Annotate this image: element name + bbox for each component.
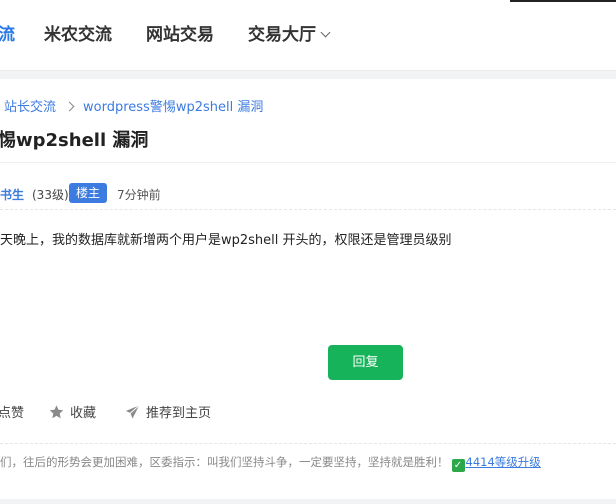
nav-item-trade-hall-label: 交易大厅 xyxy=(248,25,316,45)
author-level: (33级) xyxy=(32,188,69,202)
breadcrumb: 站长交流 wordpress警惕wp2shell 漏洞 xyxy=(4,96,263,115)
post-content: 天晚上，我的数据库就新增两个用户是wp2shell 开头的，权限还是管理员级别 xyxy=(0,233,452,248)
author-name[interactable]: 书生 xyxy=(0,186,24,203)
recommend-label: 推荐到主页 xyxy=(146,406,212,421)
favorite-button[interactable]: 收藏 xyxy=(48,402,96,421)
top-nav: 流 米农交流 网站交易 交易大厅 xyxy=(0,0,616,71)
op-badge: 楼主 xyxy=(69,183,107,203)
level-upgrade-link[interactable]: 4414等级升级 xyxy=(466,455,541,469)
user-signature: 们，往后的形势会更加困难，区委指示：叫我们坚持斗争，一定要坚持，坚持就是胜利！ ✓… xyxy=(0,454,541,472)
nav-item-active[interactable]: 流 xyxy=(0,24,15,46)
divider xyxy=(0,443,616,445)
chevron-right-icon xyxy=(64,101,75,112)
breadcrumb-forum[interactable]: 站长交流 xyxy=(4,100,56,115)
chevron-down-icon xyxy=(320,27,331,38)
nav-item-site-trade[interactable]: 网站交易 xyxy=(146,24,214,46)
recommend-button[interactable]: 推荐到主页 xyxy=(124,402,211,421)
post-title: 惕wp2shell 漏洞 xyxy=(0,130,149,151)
nav-item-trade-hall[interactable]: 交易大厅 xyxy=(248,24,331,46)
check-icon: ✓ xyxy=(451,459,465,472)
favorite-label: 收藏 xyxy=(70,406,97,421)
like-button[interactable]: 点赞 xyxy=(0,402,24,421)
divider xyxy=(0,162,616,163)
nav-top-divider xyxy=(510,0,616,2)
reply-button[interactable]: 回复 xyxy=(328,345,403,380)
star-icon xyxy=(49,404,64,418)
send-icon xyxy=(125,404,140,419)
post-time: 7分钟前 xyxy=(117,188,161,202)
post-card: 站长交流 wordpress警惕wp2shell 漏洞 惕wp2shell 漏洞 … xyxy=(0,79,616,499)
divider xyxy=(0,209,616,211)
nav-item-minong[interactable]: 米农交流 xyxy=(44,24,112,46)
breadcrumb-post[interactable]: wordpress警惕wp2shell 漏洞 xyxy=(83,100,263,115)
like-label: 点赞 xyxy=(0,406,25,421)
signature-text: 们，往后的形势会更加困难，区委指示：叫我们坚持斗争，一定要坚持，坚持就是胜利！ xyxy=(0,455,449,469)
